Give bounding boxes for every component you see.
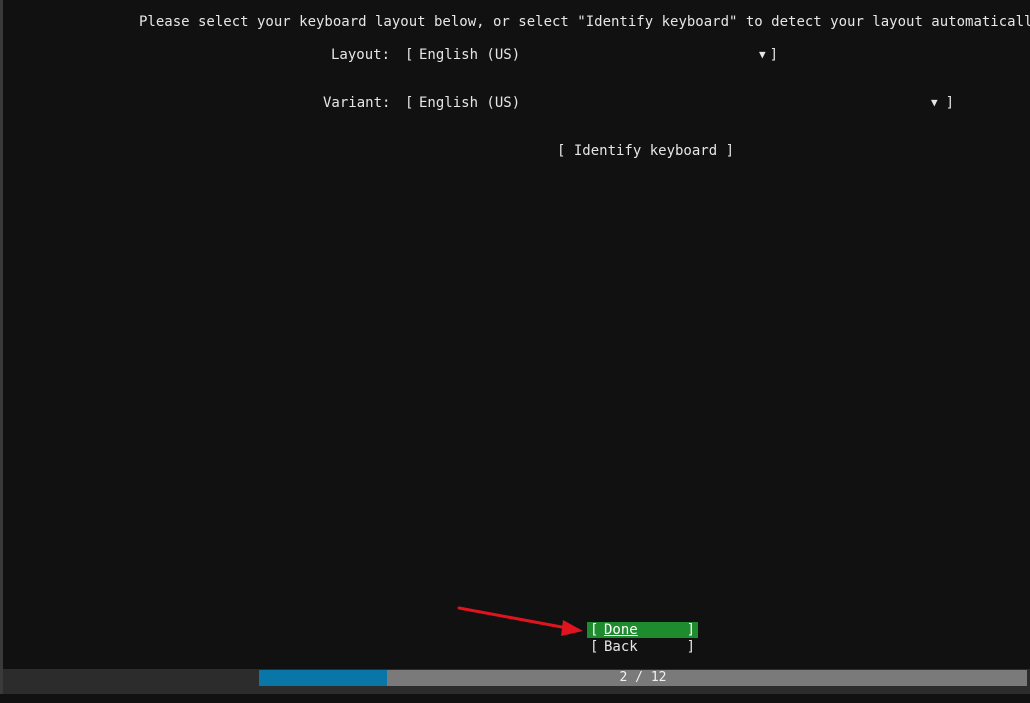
layout-bracket-close: ] xyxy=(769,47,778,63)
back-bracket-close: ] xyxy=(686,639,695,655)
instruction-text: Please select your keyboard layout below… xyxy=(139,14,1030,30)
progress-bar: 2 / 12 xyxy=(259,670,1027,686)
layout-value: English (US) xyxy=(419,47,521,63)
back-bracket-open: [ xyxy=(590,639,599,655)
window-left-edge xyxy=(0,0,3,694)
variant-label: Variant: xyxy=(323,95,391,111)
chevron-down-icon: ▼ xyxy=(759,48,766,61)
done-bracket-close: ] xyxy=(686,622,695,638)
back-button[interactable]: [ Back ] xyxy=(587,639,698,655)
progress-text: 2 / 12 xyxy=(619,670,667,685)
layout-label: Layout: xyxy=(331,47,391,63)
identify-keyboard-button[interactable]: [ Identify keyboard ] xyxy=(557,143,734,159)
variant-value: English (US) xyxy=(419,95,521,111)
variant-dropdown[interactable]: [ English (US) ▼ ] xyxy=(405,95,954,111)
done-button[interactable]: [ Done ] xyxy=(587,622,698,638)
back-label: Back xyxy=(604,639,638,655)
done-bracket-open: [ xyxy=(590,622,599,638)
layout-bracket-open: [ xyxy=(405,47,414,63)
red-arrow-icon xyxy=(457,606,583,636)
done-label: Done xyxy=(604,622,638,638)
layout-dropdown[interactable]: [ English (US) ▼ ] xyxy=(405,47,778,63)
variant-bracket-open: [ xyxy=(405,95,414,111)
chevron-down-icon: ▼ xyxy=(931,96,938,109)
variant-bracket-close: ] xyxy=(945,95,954,111)
